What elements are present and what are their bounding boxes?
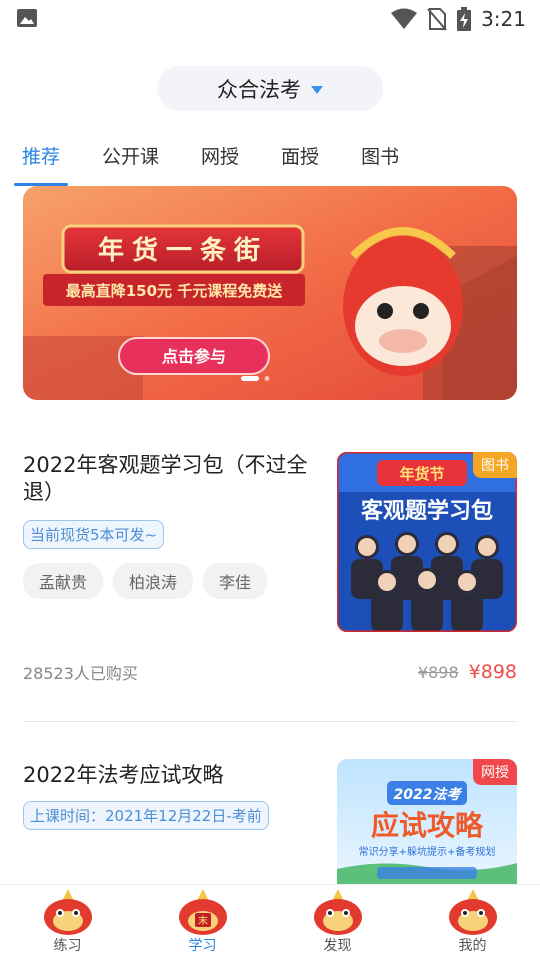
category-tabs: 推荐 公开课 网授 面授 图书 (13, 140, 441, 186)
no-sim-icon (427, 8, 447, 31)
thumb-top-label: 2022法考 (394, 786, 463, 803)
teacher-chip: 柏浪涛 (113, 563, 194, 599)
lion-dance-icon (448, 889, 497, 935)
tab-online[interactable]: 网授 (201, 140, 239, 186)
tab-face-to-face[interactable]: 面授 (281, 140, 319, 186)
nav-label: 学习 (188, 938, 217, 954)
app-title: 众合法考 (217, 77, 301, 102)
nav-practice[interactable]: 练习 (0, 885, 135, 960)
promo-banner[interactable]: 年货一条街 最高直降150元 千元课程免费送 点击参与 (23, 186, 517, 400)
stock-tag: 当前现货5本可发~ (23, 520, 165, 549)
lion-dance-icon: 末 (178, 889, 227, 935)
course-thumbnail[interactable]: 2022法考 应试攻略 常识分享+躲坑提示+备考规划 网授 (337, 759, 517, 884)
exam-selector[interactable]: 众合法考 (157, 66, 383, 111)
nav-label: 我的 (458, 938, 487, 954)
image-notification-icon (17, 9, 37, 27)
course-title: 2022年客观题学习包（不过全退） (23, 453, 308, 504)
category-badge: 网授 (473, 759, 517, 785)
lion-dance-icon (43, 889, 92, 935)
nav-study[interactable]: 末 学习 (135, 885, 270, 960)
course-thumbnail[interactable]: 年货节 客观题学习包 图书 (337, 452, 517, 632)
course-footer: 28523人已购买 ¥898 ¥898 (23, 660, 517, 684)
tab-recommend[interactable]: 推荐 (13, 140, 69, 186)
category-badge: 图书 (473, 452, 517, 478)
current-price: ¥898 (468, 661, 517, 683)
teacher-chip: 李佳 (203, 563, 268, 599)
battery-charging-icon (457, 7, 472, 31)
nav-mine[interactable]: 我的 (405, 885, 540, 960)
divider (23, 721, 517, 722)
teacher-chip: 孟献贵 (23, 563, 104, 599)
thumb-heading: 客观题学习包 (361, 498, 493, 524)
wifi-icon (391, 8, 418, 29)
thumb-subtitle: 常识分享+躲坑提示+备考规划 (359, 845, 496, 858)
thumb-top-label: 年货节 (399, 465, 444, 483)
banner-headline: 年货一条街 (98, 235, 268, 266)
sold-count: 28523人已购买 (23, 664, 138, 683)
course-title: 2022年法考应试攻略 (23, 763, 224, 787)
lion-dance-icon (313, 889, 362, 935)
status-time: 3:21 (481, 7, 526, 31)
svg-text:末: 末 (198, 914, 208, 927)
tab-open-class[interactable]: 公开课 (102, 140, 159, 186)
original-price: ¥898 (417, 662, 459, 682)
nav-label: 练习 (53, 938, 82, 954)
bottom-nav: 练习 末 学习 发现 我的 (0, 884, 540, 960)
banner-cta[interactable]: 点击参与 (162, 347, 226, 366)
thumb-heading: 应试攻略 (371, 809, 484, 842)
banner-subline: 最高直降150元 千元课程免费送 (66, 282, 284, 300)
nav-discover[interactable]: 发现 (270, 885, 405, 960)
status-bar: 3:21 (0, 0, 540, 38)
nav-label: 发现 (323, 938, 352, 954)
dropdown-caret-icon (311, 85, 323, 94)
schedule-tag: 上课时间：2021年12月22日-考前 (23, 801, 269, 830)
tab-books[interactable]: 图书 (361, 140, 399, 186)
